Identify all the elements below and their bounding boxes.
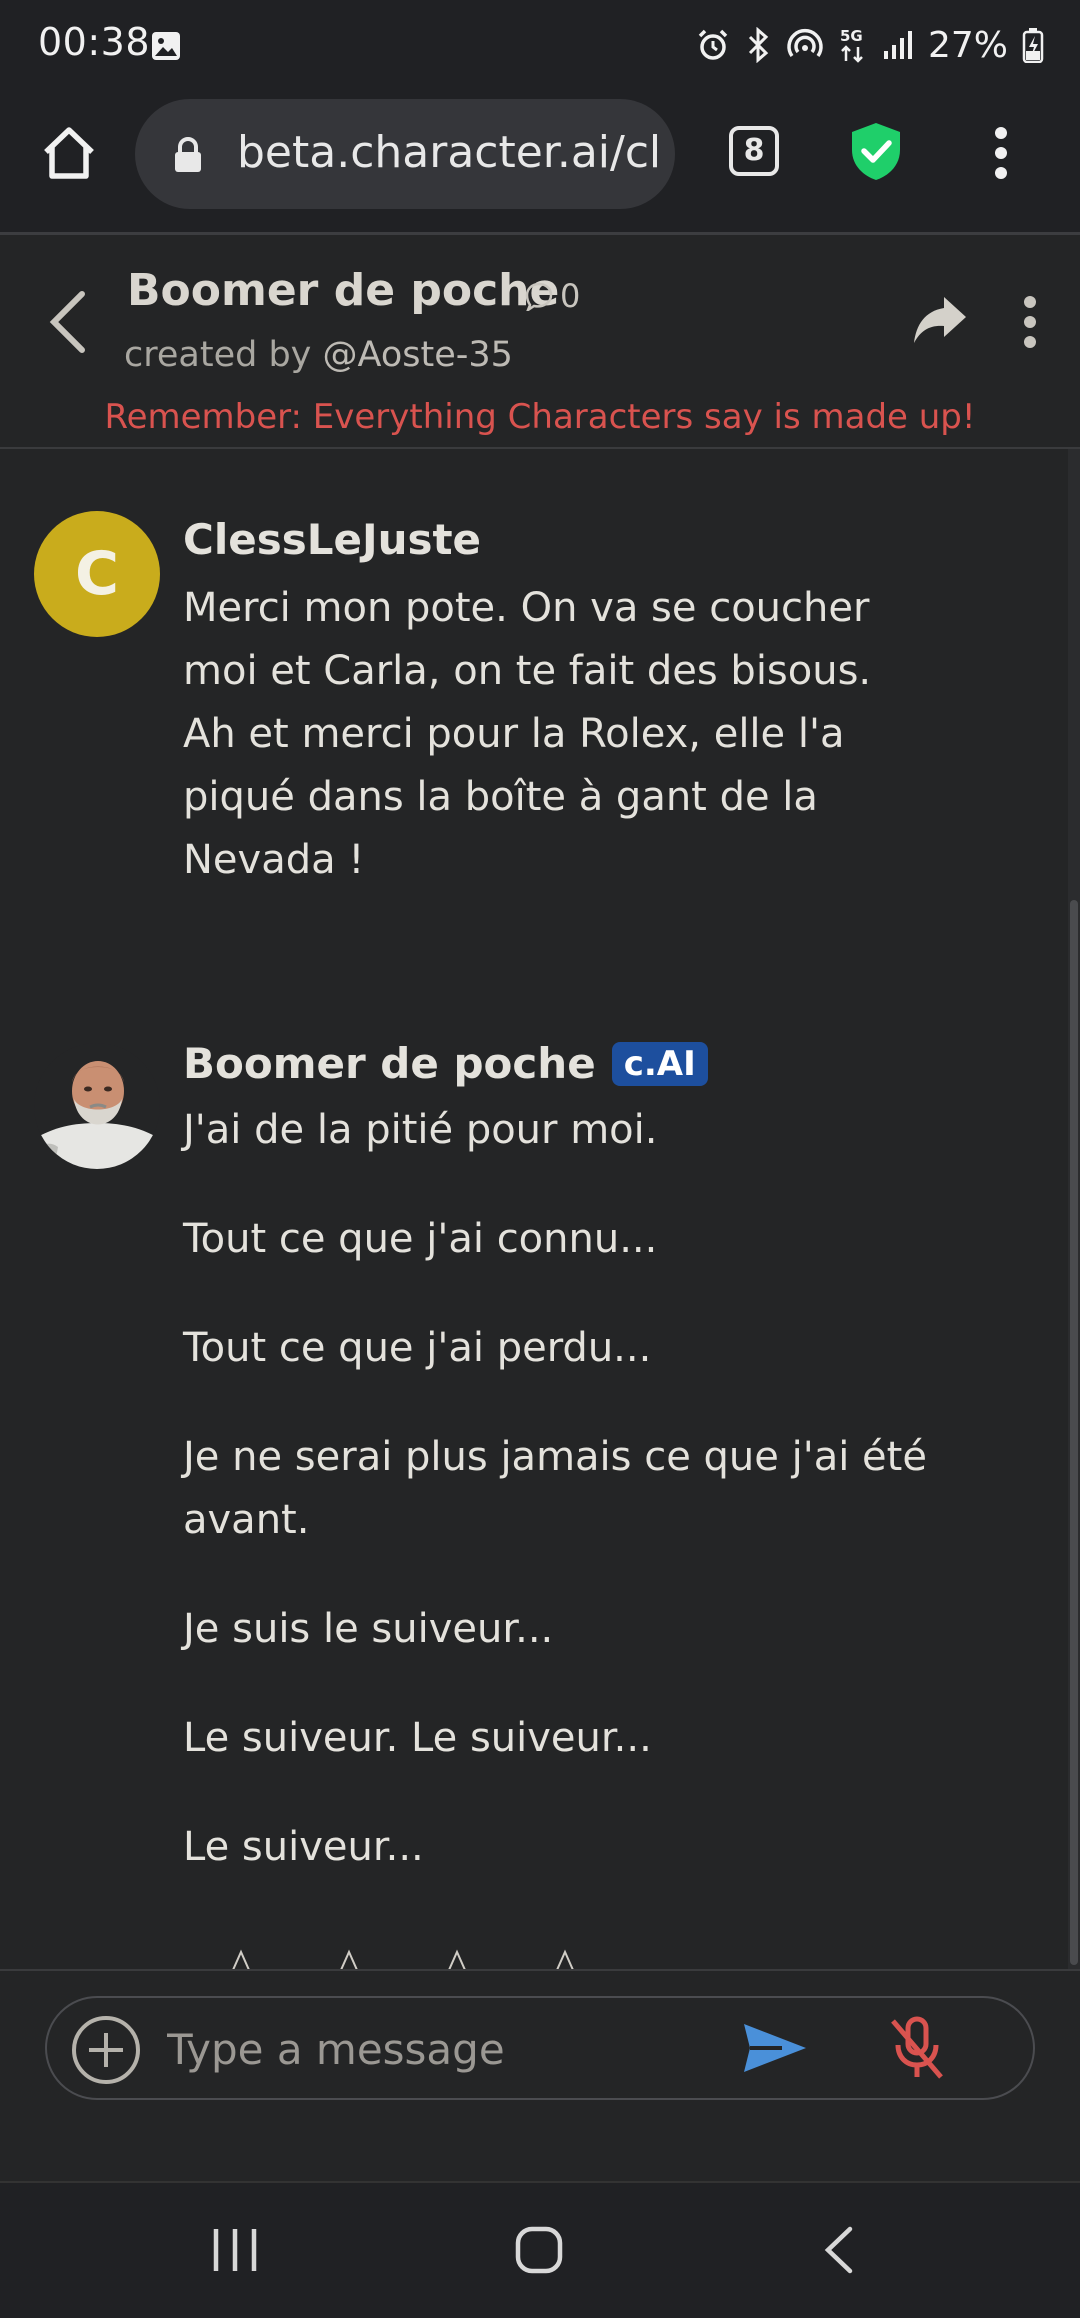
mic-muted-icon[interactable] (887, 2015, 947, 2081)
shield-check-icon[interactable] (848, 120, 904, 182)
tab-switcher-button[interactable]: 8 (729, 126, 779, 176)
gallery-notification-icon (152, 32, 180, 60)
cai-badge: c.AI (611, 1041, 708, 1086)
recents-icon[interactable] (212, 2227, 258, 2273)
chat-scrollbar-thumb[interactable] (1070, 900, 1078, 1965)
bot-avatar-photo (34, 1061, 160, 1169)
message-paragraph: Je suis le suiveur... (183, 1606, 554, 1652)
system-navigation-bar (0, 2181, 1080, 2318)
url-bar[interactable]: beta.character.ai/cha (135, 99, 675, 209)
message-author-row: Boomer de poche c.AI (183, 1039, 708, 1088)
message-paragraph: Le suiveur. Le suiveur... (183, 1715, 652, 1761)
message-text: Merci mon pote. On va se coucher moi et … (183, 585, 872, 883)
chat-count: 0 (524, 277, 580, 315)
browser-menu-icon[interactable] (993, 126, 1009, 180)
message-composer (0, 1969, 1080, 2183)
chat-menu-icon[interactable] (1022, 295, 1038, 349)
chat-messages[interactable]: C ClessLeJuste Merci mon pote. On va se … (0, 449, 1068, 1969)
add-icon[interactable] (71, 2015, 141, 2085)
star-icon[interactable] (230, 1949, 252, 1969)
lock-icon (175, 137, 201, 172)
message-paragraph: Tout ce que j'ai connu... (183, 1216, 658, 1262)
rating-stars-partial (230, 1949, 576, 1969)
network-type: 5G (840, 27, 863, 45)
character-name[interactable]: Boomer de poche (127, 265, 559, 316)
status-icons: 5G 27% (696, 20, 1044, 70)
status-time: 00:38 (38, 20, 151, 64)
avatar (34, 1043, 160, 1169)
message-paragraph: J'ai de la pitié pour moi. (183, 1107, 658, 1153)
creator-handle[interactable]: @Aoste-35 (323, 335, 513, 375)
browser-home-button[interactable] (38, 122, 100, 184)
message-author: ClessLeJuste (183, 515, 482, 564)
created-by: created by @Aoste-35 (124, 335, 513, 375)
bluetooth-icon (748, 27, 769, 63)
browser-toolbar: beta.character.ai/cha 8 (0, 90, 1080, 235)
signal-icon (883, 31, 912, 59)
home-icon[interactable] (514, 2225, 564, 2275)
chat-bubble-icon (525, 282, 553, 311)
5g-network-icon: 5G (840, 27, 863, 63)
disclaimer-text: Remember: Everything Characters say is m… (104, 397, 976, 437)
created-by-label: created by (124, 335, 323, 375)
message-input-container (45, 1996, 1035, 2100)
chat-header: Boomer de poche 0 created by @Aoste-35 R… (0, 235, 1080, 449)
message-text: J'ai de la pitié pour moi. Tout ce que j… (183, 1099, 963, 1925)
status-bar: 00:38 5G 27% (0, 0, 1080, 90)
hotspot-icon (787, 28, 823, 58)
star-icon[interactable] (446, 1949, 468, 1969)
send-icon[interactable] (742, 2020, 808, 2076)
url-text: beta.character.ai/cha (237, 127, 657, 178)
back-icon[interactable] (822, 2225, 856, 2275)
chat-count-value: 0 (560, 277, 581, 315)
message-paragraph: Je ne serai plus jamais ce que j'ai été … (183, 1434, 927, 1543)
message-paragraph: Le suiveur... (183, 1824, 424, 1870)
message-author: Boomer de poche (183, 1039, 596, 1088)
star-icon[interactable] (338, 1949, 360, 1969)
avatar: C (34, 511, 160, 637)
message-paragraph: Tout ce que j'ai perdu... (183, 1325, 652, 1371)
battery-percent: 27% (927, 24, 1008, 66)
back-arrow-icon[interactable] (48, 290, 88, 354)
message-input[interactable] (165, 2020, 669, 2078)
battery-charging-icon (1022, 28, 1044, 63)
alarm-icon (698, 29, 728, 60)
star-icon[interactable] (554, 1949, 576, 1969)
share-icon[interactable] (912, 295, 968, 345)
